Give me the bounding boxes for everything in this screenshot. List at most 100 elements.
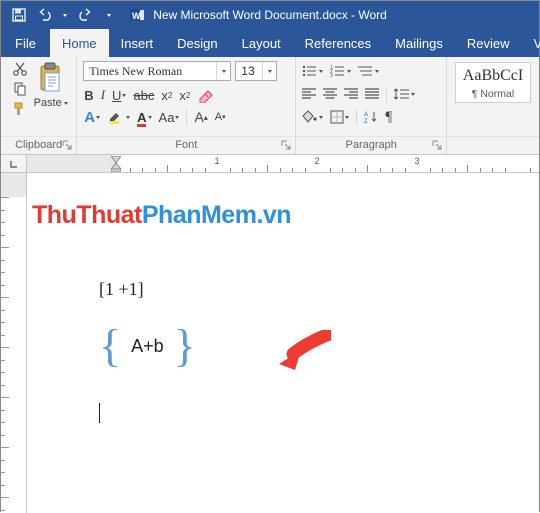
grow-font-button[interactable]: A▴ [194, 108, 207, 126]
annotation-arrow-icon [271, 330, 331, 372]
tab-mailings[interactable]: Mailings [383, 29, 455, 57]
document-page[interactable]: ThuThuatPhanMem.vn [1 +1] { A+b } [27, 173, 539, 513]
right-brace: } [174, 328, 196, 365]
format-painter-button[interactable] [10, 101, 30, 117]
document-line-1: [1 +1] [99, 279, 513, 300]
word-app-icon: W [129, 7, 145, 23]
bold-button[interactable]: B [84, 86, 93, 104]
font-size-value: 13 [236, 64, 262, 78]
show-marks-button[interactable]: ¶ [385, 108, 392, 126]
sort-button[interactable]: AZ [364, 108, 378, 126]
left-brace: { [99, 328, 121, 365]
save-button[interactable] [11, 7, 27, 23]
font-size-combo[interactable]: 13 [235, 61, 277, 81]
group-paragraph: 123 AZ ¶ Paragraph [296, 57, 447, 154]
text-effects-button[interactable]: A [84, 108, 100, 126]
vertical-ruler[interactable] [1, 173, 27, 513]
clipboard-dialog-launcher[interactable] [61, 139, 73, 151]
superscript-button[interactable]: x2 [179, 86, 190, 104]
style-preview: AaBbCcI [461, 67, 525, 85]
font-color-dropdown-icon [148, 116, 152, 119]
horizontal-ruler[interactable]: 1 2 3 [27, 155, 539, 173]
tab-design[interactable]: Design [165, 29, 229, 57]
tab-selector[interactable] [1, 155, 27, 173]
tab-layout[interactable]: Layout [230, 29, 293, 57]
equation-content: A+b [131, 336, 164, 357]
paste-label: Paste [34, 97, 62, 109]
tab-review[interactable]: Review [455, 29, 522, 57]
paste-dropdown-icon[interactable] [64, 102, 68, 105]
italic-button[interactable]: I [101, 86, 105, 104]
tab-view[interactable]: View [521, 29, 540, 57]
watermark-part-1: ThuThuat [32, 201, 142, 229]
ruler-num-1: 1 [214, 156, 219, 166]
underline-dropdown-icon [122, 94, 126, 97]
tab-file[interactable]: File [1, 29, 50, 57]
style-normal[interactable]: AaBbCcI ¶ Normal [455, 62, 531, 103]
multilevel-dropdown-icon [375, 70, 379, 73]
align-left-button[interactable] [302, 85, 316, 103]
tab-home[interactable]: Home [50, 29, 109, 57]
ribbon: Paste Clipboard Times New Roman 13 B I [1, 57, 539, 155]
group-font: Times New Roman 13 B I U abc x2 x2 A [77, 57, 296, 154]
ruler-num-3: 3 [414, 156, 419, 166]
undo-button[interactable] [37, 7, 53, 23]
strikethrough-button[interactable]: abc [133, 86, 154, 104]
ribbon-tabs: File Home Insert Design Layout Reference… [1, 29, 539, 57]
svg-text:A: A [364, 112, 368, 118]
font-dialog-launcher[interactable] [280, 139, 292, 151]
numbering-dropdown-icon [347, 70, 351, 73]
text-cursor [99, 403, 100, 423]
multilevel-list-button[interactable] [358, 62, 379, 80]
watermark-part-2: PhanMem.vn [142, 201, 291, 229]
change-case-button[interactable]: Aa [159, 108, 180, 126]
hanging-indent-marker[interactable] [111, 163, 121, 172]
bullets-button[interactable] [302, 62, 323, 80]
align-center-button[interactable] [323, 85, 337, 103]
borders-button[interactable] [330, 108, 349, 126]
svg-text:W: W [132, 11, 141, 21]
document-line-2: { A+b } [99, 328, 513, 365]
font-color-button[interactable]: A [137, 108, 151, 126]
subscript-button[interactable]: x2 [161, 86, 172, 104]
svg-text:Z: Z [364, 119, 368, 124]
borders-dropdown-icon [345, 116, 349, 119]
watermark: ThuThuatPhanMem.vn [32, 201, 291, 230]
tab-insert[interactable]: Insert [109, 29, 166, 57]
text-effects-dropdown-icon [96, 116, 100, 119]
change-case-dropdown-icon [175, 116, 179, 119]
cut-button[interactable] [10, 61, 30, 77]
font-name-dropdown-icon [222, 70, 226, 73]
tab-references[interactable]: References [293, 29, 383, 57]
line-spacing-dropdown-icon [411, 93, 415, 96]
copy-button[interactable] [10, 81, 30, 97]
numbering-button[interactable]: 123 [330, 62, 351, 80]
ruler-num-2: 2 [314, 156, 319, 166]
highlight-dropdown-icon [126, 116, 130, 119]
bullets-dropdown-icon [319, 70, 323, 73]
ruler-row: 1 2 3 [1, 155, 539, 173]
font-size-dropdown-icon [268, 70, 272, 73]
line-spacing-button[interactable] [394, 85, 415, 103]
svg-text:3: 3 [330, 73, 333, 78]
shading-button[interactable] [302, 108, 323, 126]
paste-button[interactable]: Paste [34, 62, 68, 117]
group-paragraph-label: Paragraph [296, 136, 446, 154]
separator [186, 109, 187, 125]
redo-button[interactable] [77, 7, 93, 23]
qat-customize-icon[interactable] [107, 14, 111, 17]
highlight-button[interactable] [107, 108, 130, 126]
clear-formatting-button[interactable] [197, 86, 215, 104]
group-clipboard: Paste Clipboard [1, 57, 77, 154]
justify-button[interactable] [365, 85, 379, 103]
shrink-font-button[interactable]: A▾ [215, 108, 226, 126]
font-name-combo[interactable]: Times New Roman [83, 61, 231, 81]
separator [386, 86, 387, 102]
undo-dropdown-icon[interactable] [63, 14, 67, 17]
font-name-value: Times New Roman [84, 64, 216, 79]
paragraph-dialog-launcher[interactable] [431, 139, 443, 151]
align-right-button[interactable] [344, 85, 358, 103]
quick-access-toolbar [1, 7, 111, 23]
underline-button[interactable]: U [112, 86, 126, 104]
document-area: ThuThuatPhanMem.vn [1 +1] { A+b } [1, 173, 539, 513]
